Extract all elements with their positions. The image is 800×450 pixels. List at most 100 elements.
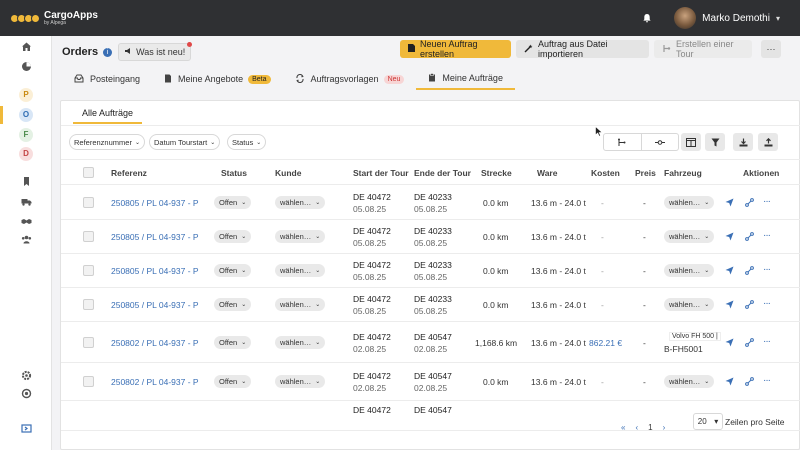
rows-per-page-select[interactable]: 20 ▾ xyxy=(693,413,723,430)
send-icon[interactable] xyxy=(725,232,734,243)
row-checkbox[interactable] xyxy=(83,376,94,387)
filter-referenznummer[interactable]: Referenznummer ⌄ xyxy=(69,134,145,150)
truck-icon[interactable] xyxy=(21,196,32,207)
row-checkbox[interactable] xyxy=(83,265,94,276)
row-checkbox[interactable] xyxy=(83,299,94,310)
more-actions-icon[interactable]: ··· xyxy=(763,196,771,207)
handshake-icon[interactable] xyxy=(21,216,32,227)
filter-button[interactable] xyxy=(705,133,725,151)
user-name[interactable]: Marko Demothi xyxy=(702,13,770,24)
send-icon[interactable] xyxy=(725,377,734,388)
settings-icon[interactable] xyxy=(21,370,32,381)
customer-select[interactable]: wählen… ⌄ xyxy=(275,336,326,349)
col-preis[interactable]: Preis xyxy=(635,168,656,178)
more-actions-icon[interactable]: ··· xyxy=(763,230,771,241)
reference-link[interactable]: 250805 / PL 04-937 - P xyxy=(111,232,199,242)
status-select[interactable]: Offen ⌄ xyxy=(214,196,252,209)
vehicle-select[interactable]: wählen… ⌄ xyxy=(664,196,715,209)
more-actions-icon[interactable]: ··· xyxy=(763,264,771,275)
vehicle-plate[interactable]: B-FH5001 xyxy=(664,344,703,354)
table-row[interactable]: 250802 / PL 04-937 - P Offen ⌄ wählen… ⌄ DE 4… xyxy=(61,322,800,363)
timeline-view-button[interactable] xyxy=(642,134,679,150)
col-kunde[interactable]: Kunde xyxy=(275,168,301,178)
new-order-button[interactable]: Neuen Auftrag erstellen xyxy=(400,39,511,59)
customer-select[interactable]: wählen… ⌄ xyxy=(275,375,326,388)
col-ware[interactable]: Ware xyxy=(537,168,557,178)
table-row[interactable]: 250805 / PL 04-937 - P Offen ⌄ wählen… ⌄ DE 4… xyxy=(61,186,800,220)
users-icon[interactable] xyxy=(21,234,32,245)
avatar[interactable] xyxy=(674,7,697,29)
filter-status[interactable]: Status ⌄ xyxy=(227,134,267,150)
home-icon[interactable] xyxy=(21,41,32,52)
app-logo[interactable]: CargoApps by Alpega xyxy=(10,10,98,26)
status-select[interactable]: Offen ⌄ xyxy=(214,230,252,243)
route-share-icon[interactable] xyxy=(745,300,754,311)
col-kosten[interactable]: Kosten xyxy=(591,168,620,178)
send-icon[interactable] xyxy=(725,338,734,349)
reference-link[interactable]: 250805 / PL 04-937 - P xyxy=(111,266,199,276)
vehicle-select[interactable]: wählen… ⌄ xyxy=(664,264,715,277)
dashboard-icon[interactable] xyxy=(21,61,32,72)
more-actions-icon[interactable]: ··· xyxy=(763,336,771,347)
reference-link[interactable]: 250802 / PL 04-937 - P xyxy=(111,338,199,348)
route-share-icon[interactable] xyxy=(745,232,754,243)
col-ende[interactable]: Ende der Tour xyxy=(414,168,471,178)
col-strecke[interactable]: Strecke xyxy=(481,168,512,178)
send-icon[interactable] xyxy=(725,198,734,209)
customer-select[interactable]: wählen… ⌄ xyxy=(275,196,326,209)
row-checkbox[interactable] xyxy=(83,197,94,208)
status-select[interactable]: Offen ⌄ xyxy=(214,264,252,277)
sidebar-item-o[interactable]: O xyxy=(19,108,33,122)
sidebar-item-p[interactable]: P xyxy=(19,88,33,102)
tab-meine-auftraege[interactable]: Meine Aufträge xyxy=(416,68,515,90)
sidebar-item-d[interactable]: D xyxy=(19,147,33,161)
more-options-button[interactable]: ··· xyxy=(761,40,781,58)
download-button[interactable] xyxy=(733,133,753,151)
tab-meine-angebote[interactable]: Meine Angebote Beta xyxy=(152,68,282,90)
tree-view-button[interactable] xyxy=(604,134,642,150)
table-row[interactable]: 250805 / PL 04-937 - P Offen ⌄ wählen… ⌄ DE 4… xyxy=(61,254,800,288)
send-icon[interactable] xyxy=(725,300,734,311)
filter-datum-tourstart[interactable]: Datum Tourstart ⌄ xyxy=(149,134,221,150)
more-actions-icon[interactable]: ··· xyxy=(763,298,771,309)
col-start[interactable]: Start der Tour xyxy=(353,168,409,178)
table-row[interactable]: DE 40472 DE 40547 xyxy=(61,401,800,431)
reference-link[interactable]: 250805 / PL 04-937 - P xyxy=(111,300,199,310)
status-select[interactable]: Offen ⌄ xyxy=(214,375,252,388)
table-row[interactable]: 250802 / PL 04-937 - P Offen ⌄ wählen… ⌄ DE 4… xyxy=(61,363,800,401)
upload-button[interactable] xyxy=(758,133,778,151)
row-checkbox[interactable] xyxy=(83,337,94,348)
col-status[interactable]: Status xyxy=(221,168,247,178)
vehicle-select[interactable]: wählen… ⌄ xyxy=(664,375,715,388)
vehicle-select[interactable]: wählen… ⌄ xyxy=(664,230,715,243)
sidebar-item-f[interactable]: F xyxy=(19,128,33,142)
chevron-down-icon[interactable]: ▾ xyxy=(776,14,780,23)
select-all-checkbox[interactable] xyxy=(83,167,94,178)
col-fahrzeug[interactable]: Fahrzeug xyxy=(664,168,702,178)
collapse-sidebar-icon[interactable] xyxy=(21,423,32,434)
create-tour-button[interactable]: Erstellen einer Tour xyxy=(654,39,752,59)
reference-link[interactable]: 250805 / PL 04-937 - P xyxy=(111,198,199,208)
tab-posteingang[interactable]: Posteingang xyxy=(62,68,152,90)
whats-new-button[interactable]: Was ist neu! xyxy=(118,42,193,61)
customer-select[interactable]: wählen… ⌄ xyxy=(275,264,326,277)
customer-select[interactable]: wählen… ⌄ xyxy=(275,298,326,311)
support-icon[interactable] xyxy=(21,388,32,399)
current-page[interactable]: 1 xyxy=(648,423,652,432)
info-icon[interactable]: i xyxy=(103,47,113,57)
status-select[interactable]: Offen ⌄ xyxy=(214,336,252,349)
table-row[interactable]: 250805 / PL 04-937 - P Offen ⌄ wählen… ⌄ DE 4… xyxy=(61,288,800,322)
route-share-icon[interactable] xyxy=(745,198,754,209)
tab-auftragsvorlagen[interactable]: Auftragsvorlagen Neu xyxy=(283,68,417,90)
first-page-button[interactable]: « xyxy=(621,423,625,432)
status-select[interactable]: Offen ⌄ xyxy=(214,298,252,311)
bell-icon[interactable] xyxy=(642,13,652,23)
col-referenz[interactable]: Referenz xyxy=(111,168,147,178)
prev-page-button[interactable]: ‹ xyxy=(635,423,638,432)
route-share-icon[interactable] xyxy=(745,338,754,349)
more-actions-icon[interactable]: ··· xyxy=(763,375,771,386)
send-icon[interactable] xyxy=(725,266,734,277)
table-row[interactable]: 250805 / PL 04-937 - P Offen ⌄ wählen… ⌄ DE 4… xyxy=(61,220,800,254)
reference-link[interactable]: 250802 / PL 04-937 - P xyxy=(111,377,199,387)
subtab-alle-auftraege[interactable]: Alle Aufträge xyxy=(73,104,143,124)
